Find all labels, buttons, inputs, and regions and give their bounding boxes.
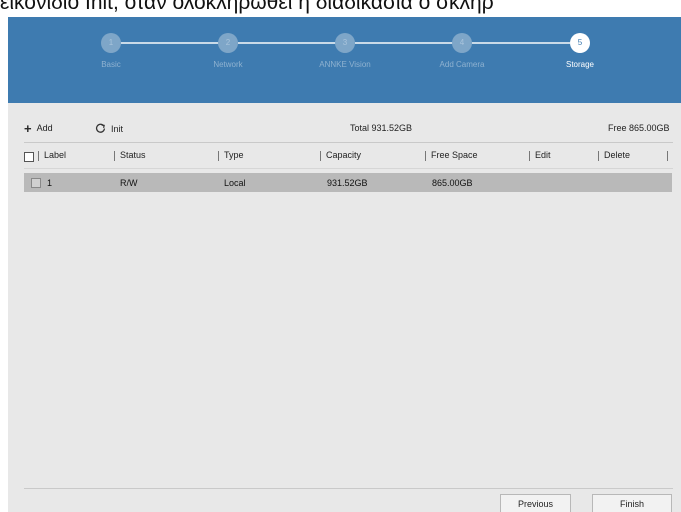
free-capacity: Free 865.00GB [608, 123, 670, 133]
column-header-status[interactable]: Status [114, 150, 146, 161]
select-all-checkbox[interactable] [24, 152, 34, 162]
column-header-delete[interactable]: Delete [598, 150, 630, 161]
step-number: 3 [335, 33, 355, 53]
wizard-step-storage: 5 Storage [520, 33, 640, 69]
step-label: ANNKE Vision [319, 60, 371, 69]
step-number: 4 [452, 33, 472, 53]
column-header-capacity[interactable]: Capacity [320, 150, 361, 161]
step-label: Storage [565, 60, 595, 69]
wizard-step-network: 2 Network [168, 33, 288, 69]
cell-label: 1 [47, 178, 53, 188]
step-label: Add Camera [439, 60, 485, 69]
previous-button[interactable]: Previous [500, 494, 571, 512]
wizard-step-add-camera: 4 Add Camera [402, 33, 522, 69]
plus-icon: + [24, 120, 32, 136]
step-label: Network [213, 60, 243, 69]
column-header-free-space[interactable]: Free Space [425, 150, 478, 161]
init-button[interactable]: Init [95, 123, 123, 134]
finish-button[interactable]: Finish [592, 494, 672, 512]
row-checkbox[interactable] [31, 178, 41, 188]
column-header-label[interactable]: Label [38, 150, 66, 161]
wizard-step-basic: 1 Basic [51, 33, 171, 69]
init-label: Init [111, 123, 124, 134]
cell-type: Local [224, 178, 246, 188]
cell-free-space: 865.00GB [432, 178, 473, 188]
add-button[interactable]: + Add [24, 120, 53, 136]
cell-status: R/W [120, 178, 138, 188]
footer-divider [24, 488, 673, 489]
step-number: 2 [218, 33, 238, 53]
step-number: 1 [101, 33, 121, 53]
cell-capacity: 931.52GB [327, 178, 368, 188]
page-caption: εικονίδιο Init, όταν ολοκληρωθεί η διαδι… [0, 0, 494, 14]
step-label: Basic [101, 60, 121, 69]
table-row[interactable]: 1 R/W Local 931.52GB 865.00GB [24, 173, 672, 192]
refresh-icon [95, 123, 106, 133]
table-header: Label Status Type Capacity Free Space Ed… [24, 150, 673, 166]
header-divider [24, 168, 673, 169]
storage-toolbar: + Add Init Total 931.52GB Free 865.00GB [8, 120, 681, 139]
step-number: 5 [570, 33, 590, 53]
setup-wizard-window: 1 Basic 2 Network 3 ANNKE Vision 4 Add C… [8, 17, 681, 512]
column-header-type[interactable]: Type [218, 150, 244, 161]
wizard-progress-header: 1 Basic 2 Network 3 ANNKE Vision 4 Add C… [8, 17, 681, 103]
column-header-edit[interactable]: Edit [529, 150, 551, 161]
add-label: Add [36, 123, 53, 133]
toolbar-divider [24, 142, 673, 143]
column-header-end [667, 150, 673, 161]
total-capacity: Total 931.52GB [350, 123, 413, 133]
wizard-step-annke-vision: 3 ANNKE Vision [285, 33, 405, 69]
